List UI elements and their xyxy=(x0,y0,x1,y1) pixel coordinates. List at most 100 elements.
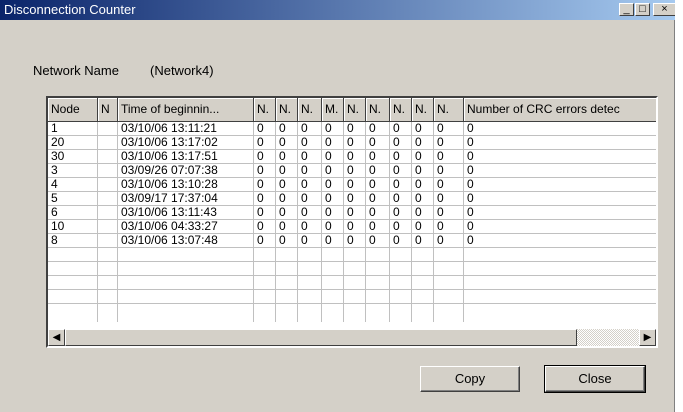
cell-n8: 0 xyxy=(437,122,444,135)
column-header-n8[interactable]: N. xyxy=(434,98,464,122)
cell-crc-errors: 0 xyxy=(467,136,474,149)
table-row[interactable]: 1 03/10/06 13:11:21 0 0 0 0 0 0 0 0 0 0 xyxy=(48,122,656,136)
cell-time: 03/09/17 17:37:04 xyxy=(121,192,218,205)
cell-n6: 0 xyxy=(393,150,400,163)
cell-n1: 0 xyxy=(257,220,264,233)
scroll-right-icon[interactable]: ▶ xyxy=(639,329,656,346)
table-body: 1 03/10/06 13:11:21 0 0 0 0 0 0 0 0 0 0 20 03/10/06 1… xyxy=(48,122,656,322)
network-name-value: (Network4) xyxy=(150,63,214,78)
cell-n4: 0 xyxy=(347,178,354,191)
table-row[interactable]: 6 03/10/06 13:11:43 0 0 0 0 0 0 0 0 0 0 xyxy=(48,206,656,220)
column-divider xyxy=(297,122,298,322)
cell-n3: 0 xyxy=(301,206,308,219)
maximize-icon[interactable]: □ xyxy=(635,3,650,16)
cell-n3: 0 xyxy=(301,136,308,149)
empty-row[interactable] xyxy=(48,248,656,262)
column-divider xyxy=(253,122,254,322)
cell-n2: 0 xyxy=(279,220,286,233)
cell-n2: 0 xyxy=(279,136,286,149)
cell-n8: 0 xyxy=(437,206,444,219)
horizontal-scrollbar[interactable]: ◀ ▶ xyxy=(48,329,656,346)
cell-m: 0 xyxy=(325,234,332,247)
column-header-n2[interactable]: N. xyxy=(276,98,298,122)
cell-n1: 0 xyxy=(257,164,264,177)
column-header-n3[interactable]: N. xyxy=(298,98,322,122)
column-divider xyxy=(343,122,344,322)
cell-crc-errors: 0 xyxy=(467,178,474,191)
cell-n xyxy=(98,150,118,163)
empty-row[interactable] xyxy=(48,276,656,290)
column-header-node[interactable]: Node xyxy=(48,98,98,122)
column-header-m[interactable]: M. xyxy=(322,98,344,122)
scrollbar-track[interactable] xyxy=(577,329,639,346)
cell-time: 03/10/06 13:11:21 xyxy=(121,122,217,135)
table-row[interactable]: 3 03/09/26 07:07:38 0 0 0 0 0 0 0 0 0 0 xyxy=(48,164,656,178)
scroll-left-icon[interactable]: ◀ xyxy=(48,329,65,346)
cell-n2: 0 xyxy=(279,192,286,205)
column-divider xyxy=(365,122,366,322)
minimize-icon[interactable]: _ xyxy=(619,3,634,16)
column-divider xyxy=(97,122,98,322)
column-header-n4[interactable]: N. xyxy=(344,98,366,122)
cell-time: 03/10/06 13:11:43 xyxy=(121,206,217,219)
column-header-n5[interactable]: N. xyxy=(366,98,390,122)
cell-n1: 0 xyxy=(257,150,264,163)
cell-n4: 0 xyxy=(347,164,354,177)
column-header-n1[interactable]: N. xyxy=(254,98,276,122)
cell-n3: 0 xyxy=(301,220,308,233)
cell-n6: 0 xyxy=(393,122,400,135)
cell-n6: 0 xyxy=(393,164,400,177)
table-row[interactable]: 4 03/10/06 13:10:28 0 0 0 0 0 0 0 0 0 0 xyxy=(48,178,656,192)
column-header-crc-errors[interactable]: Number of CRC errors detec xyxy=(464,98,656,122)
cell-n7: 0 xyxy=(415,234,422,247)
column-divider xyxy=(321,122,322,322)
table-header: Node N Time of beginnin... N. N. N. M. N. N. N. N.… xyxy=(48,98,656,122)
close-button[interactable]: Close xyxy=(544,365,646,393)
cell-n7: 0 xyxy=(415,164,422,177)
close-icon[interactable]: × xyxy=(653,3,675,16)
cell-n6: 0 xyxy=(393,234,400,247)
cell-n3: 0 xyxy=(301,178,308,191)
cell-n3: 0 xyxy=(301,192,308,205)
cell-crc-errors: 0 xyxy=(467,122,474,135)
cell-n1: 0 xyxy=(257,122,264,135)
table-row[interactable]: 8 03/10/06 13:07:48 0 0 0 0 0 0 0 0 0 0 xyxy=(48,234,656,248)
cell-n xyxy=(98,234,118,247)
cell-node: 10 xyxy=(51,220,65,233)
cell-n6: 0 xyxy=(393,136,400,149)
column-header-n[interactable]: N xyxy=(98,98,118,122)
table-row[interactable]: 5 03/09/17 17:37:04 0 0 0 0 0 0 0 0 0 0 xyxy=(48,192,656,206)
table-row[interactable]: 10 03/10/06 04:33:27 0 0 0 0 0 0 0 0 0 0 xyxy=(48,220,656,234)
disconnection-counter-window: Disconnection Counter _ □ × Network Name… xyxy=(0,0,675,412)
cell-time: 03/09/26 07:07:38 xyxy=(121,164,218,177)
cell-n xyxy=(98,192,118,205)
column-header-time[interactable]: Time of beginnin... xyxy=(118,98,254,122)
column-header-n7[interactable]: N. xyxy=(412,98,434,122)
cell-m: 0 xyxy=(325,150,332,163)
cell-time: 03/10/06 13:07:48 xyxy=(121,234,218,247)
cell-n1: 0 xyxy=(257,136,264,149)
cell-n xyxy=(98,220,118,233)
column-header-n6[interactable]: N. xyxy=(390,98,412,122)
empty-row[interactable] xyxy=(48,262,656,276)
cell-n2: 0 xyxy=(279,234,286,247)
table-row[interactable]: 20 03/10/06 13:17:02 0 0 0 0 0 0 0 0 0 0 xyxy=(48,136,656,150)
cell-m: 0 xyxy=(325,164,332,177)
table-row[interactable]: 30 03/10/06 13:17:51 0 0 0 0 0 0 0 0 0 0 xyxy=(48,150,656,164)
column-divider xyxy=(463,122,464,322)
cell-node: 3 xyxy=(51,164,58,177)
cell-n8: 0 xyxy=(437,192,444,205)
cell-time: 03/10/06 13:10:28 xyxy=(121,178,218,191)
counter-table[interactable]: Node N Time of beginnin... N. N. N. M. N. N. N. N.… xyxy=(46,96,658,348)
cell-n1: 0 xyxy=(257,192,264,205)
cell-n5: 0 xyxy=(369,234,376,247)
cell-n5: 0 xyxy=(369,220,376,233)
cell-n5: 0 xyxy=(369,136,376,149)
copy-button[interactable]: Copy xyxy=(420,366,520,392)
title-bar[interactable]: Disconnection Counter _ □ × xyxy=(0,0,675,20)
column-divider xyxy=(389,122,390,322)
empty-row[interactable] xyxy=(48,290,656,304)
column-divider xyxy=(117,122,118,322)
scrollbar-thumb[interactable] xyxy=(65,329,577,346)
cell-n8: 0 xyxy=(437,164,444,177)
